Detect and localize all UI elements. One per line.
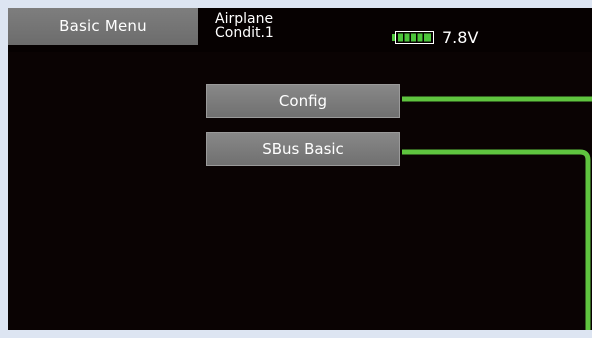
model-info: Airplane Condit.1: [215, 12, 274, 40]
status-bar: Basic Menu Airplane Condit.1 7.8V: [8, 8, 592, 52]
basic-menu-tab[interactable]: Basic Menu: [8, 8, 198, 45]
transmitter-screen: Basic Menu Airplane Condit.1 7.8V Config…: [8, 8, 592, 330]
condition-label: Condit.1: [215, 25, 274, 41]
config-button[interactable]: Config: [206, 84, 400, 118]
voltage-readout: 7.8V: [442, 28, 479, 47]
sbus-basic-button[interactable]: SBus Basic: [206, 132, 400, 166]
callout-lines: [402, 96, 592, 330]
model-type-label: Airplane: [215, 11, 274, 27]
battery-full-icon: [392, 31, 434, 44]
sbus-callout-line: [402, 149, 591, 330]
display-frame: Basic Menu Airplane Condit.1 7.8V Config…: [0, 0, 592, 338]
